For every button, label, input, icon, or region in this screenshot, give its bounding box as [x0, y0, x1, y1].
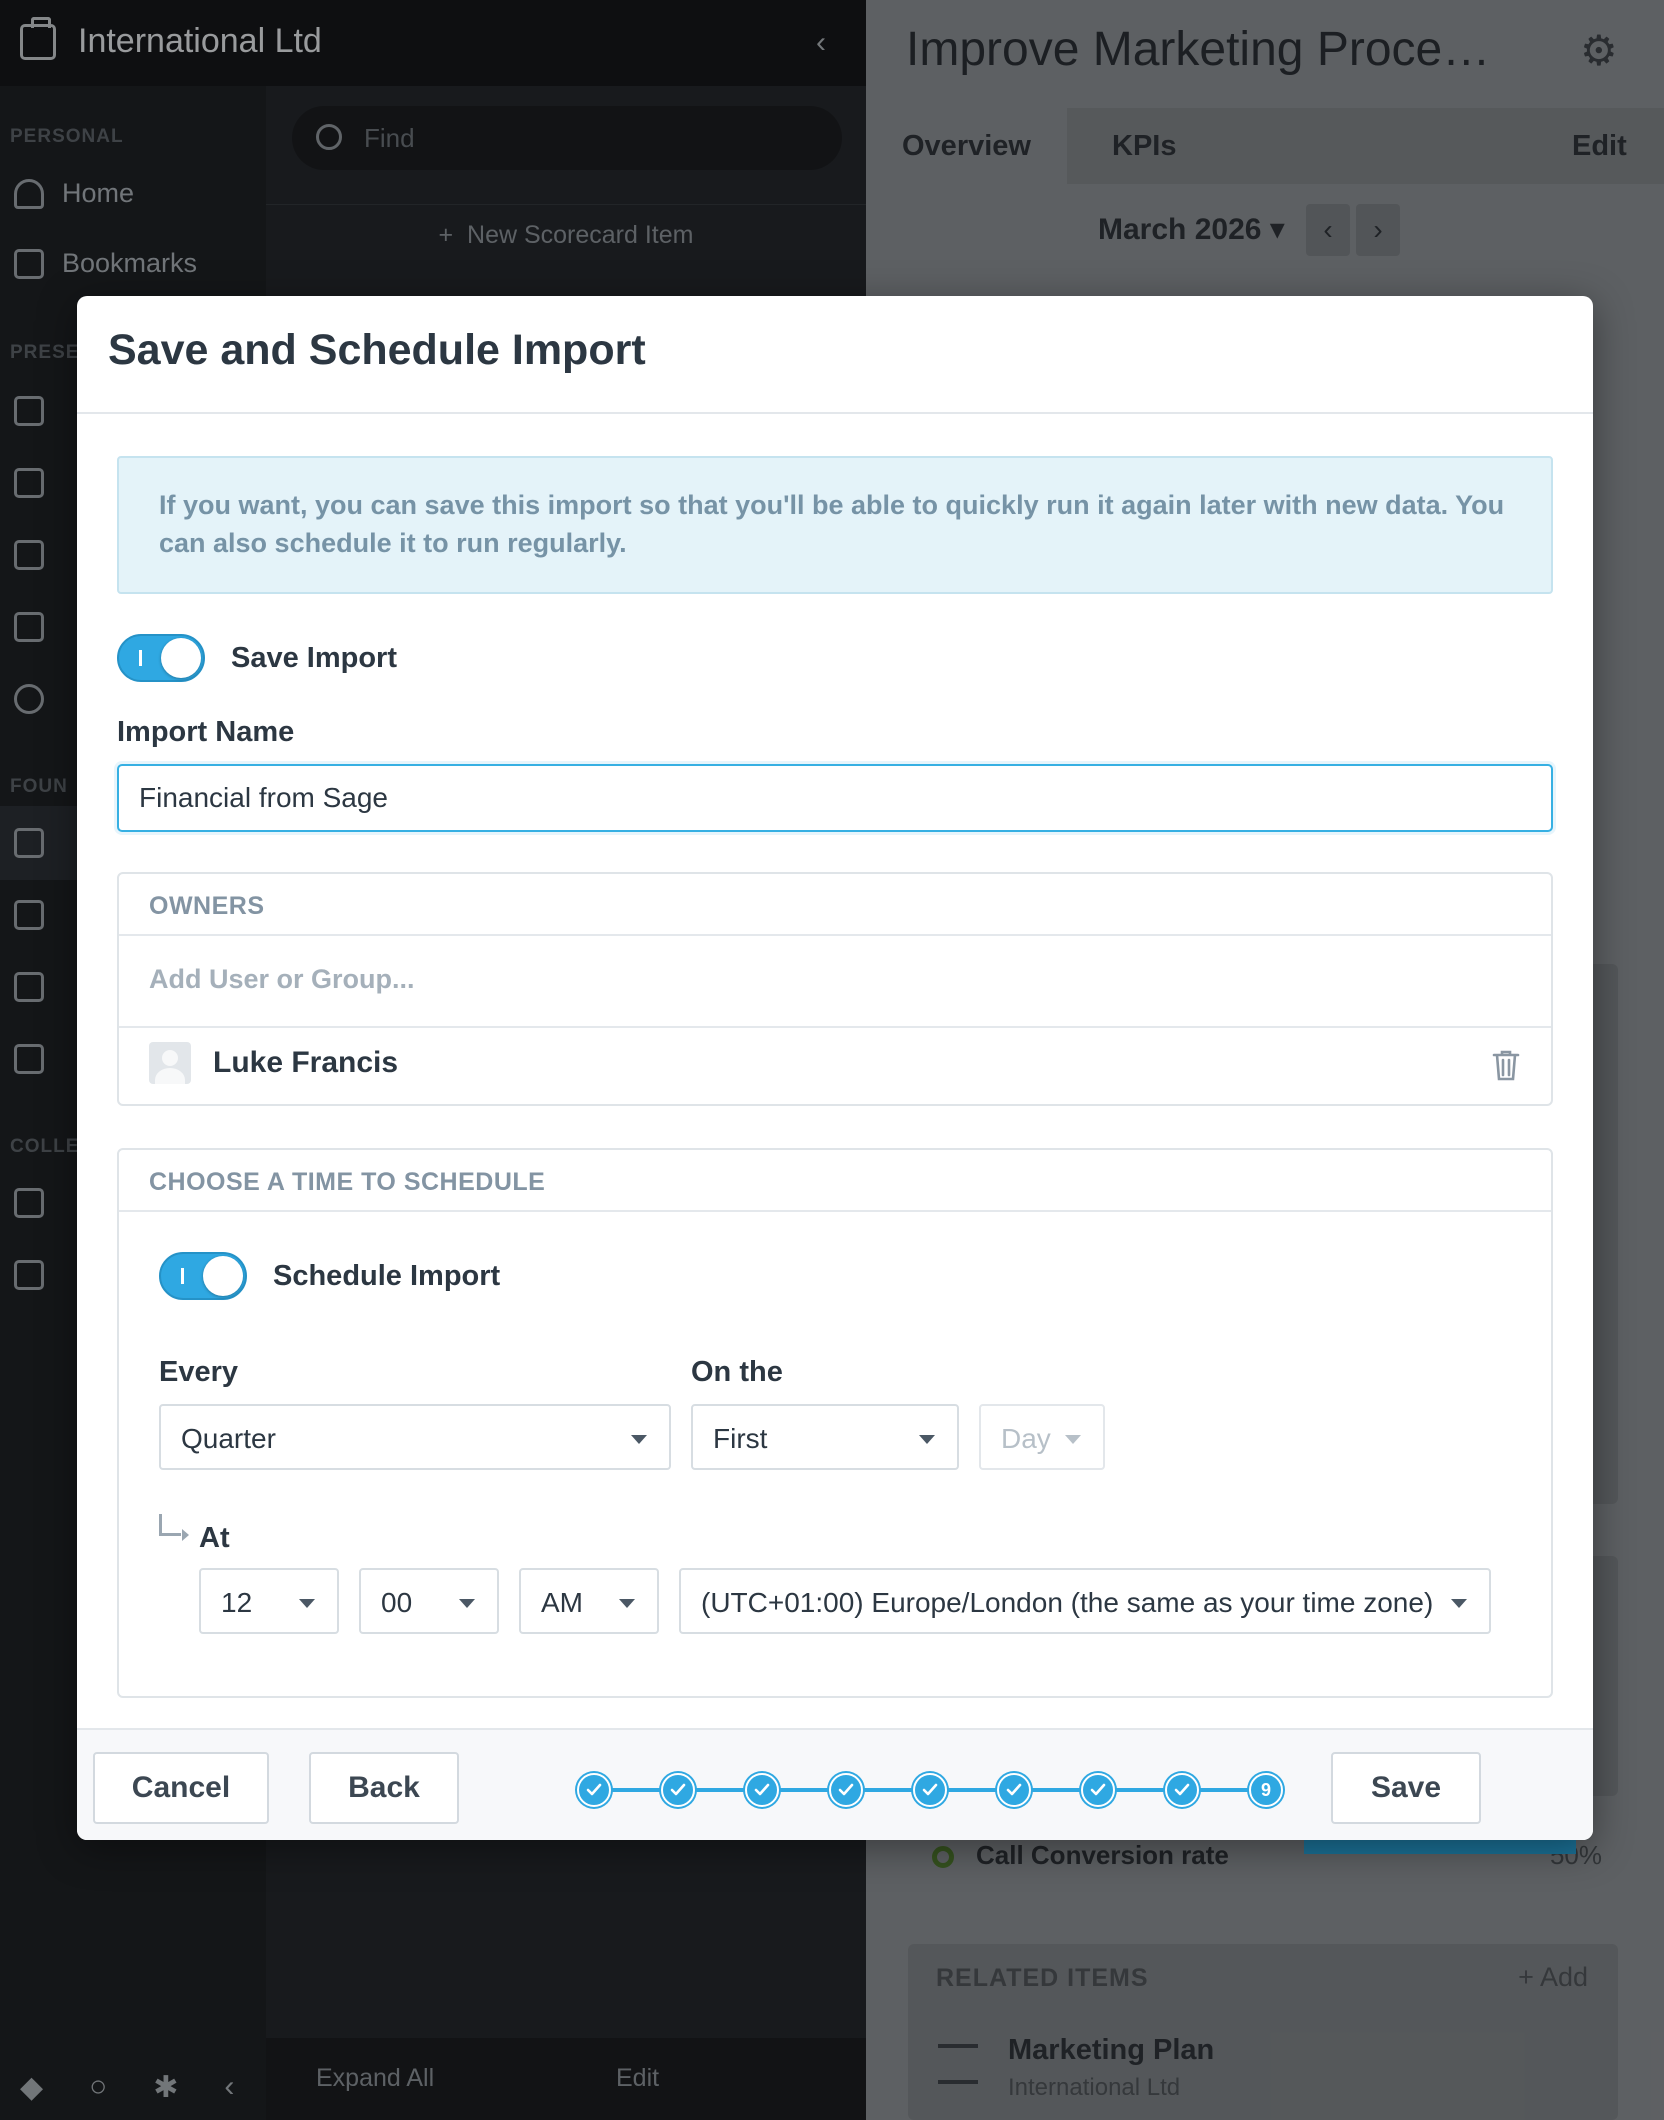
every-value: Quarter — [181, 1423, 276, 1454]
minute-value: 00 — [381, 1587, 413, 1618]
info-callout: If you want, you can save this import so… — [117, 456, 1553, 594]
schedule-import-toggle[interactable] — [159, 1252, 247, 1300]
owner-name: Luke Francis — [213, 1046, 399, 1079]
toggle-on-indicator — [181, 1268, 184, 1284]
caret-down-icon — [919, 1435, 935, 1444]
save-schedule-import-dialog: Save and Schedule Import If you want, yo… — [77, 296, 1593, 1840]
owners-header: OWNERS — [119, 874, 1551, 936]
sub-option-arrow-icon — [159, 1514, 189, 1541]
save-import-label: Save Import — [231, 642, 397, 674]
step-complete-check-icon — [577, 1773, 611, 1807]
step-complete-check-icon — [1165, 1773, 1199, 1807]
avatar — [149, 1042, 191, 1084]
hour-value: 12 — [221, 1587, 253, 1618]
toggle-knob — [203, 1256, 243, 1296]
dialog-title: Save and Schedule Import — [108, 326, 646, 374]
back-button[interactable]: Back — [309, 1752, 459, 1824]
schedule-import-label: Schedule Import — [273, 1260, 501, 1292]
caret-down-icon — [1451, 1599, 1467, 1608]
dialog-footer: Cancel Back 9 Save — [77, 1728, 1593, 1840]
save-button[interactable]: Save — [1331, 1752, 1481, 1824]
every-label: Every — [159, 1356, 239, 1388]
import-name-label: Import Name — [117, 716, 295, 748]
timezone-select[interactable]: (UTC+01:00) Europe/London (the same as y… — [679, 1568, 1491, 1634]
step-complete-check-icon — [661, 1773, 695, 1807]
step-complete-check-icon — [913, 1773, 947, 1807]
step-current: 9 — [1249, 1773, 1283, 1807]
caret-down-icon — [299, 1599, 315, 1608]
dialog-header: Save and Schedule Import — [77, 296, 1593, 414]
on-the-select[interactable]: First — [691, 1404, 959, 1470]
caret-down-icon — [459, 1599, 475, 1608]
every-select[interactable]: Quarter — [159, 1404, 671, 1470]
at-label: At — [199, 1522, 230, 1554]
caret-down-icon — [1065, 1435, 1081, 1444]
wizard-progress: 9 — [577, 1770, 1283, 1810]
timezone-value: (UTC+01:00) Europe/London (the same as y… — [701, 1587, 1434, 1618]
trash-icon[interactable] — [1491, 1048, 1521, 1087]
owners-panel: OWNERS Add User or Group... Luke Francis — [117, 872, 1553, 1106]
ampm-select[interactable]: AM — [519, 1568, 659, 1634]
save-import-toggle[interactable] — [117, 634, 205, 682]
import-name-input[interactable] — [117, 764, 1553, 832]
hour-select[interactable]: 12 — [199, 1568, 339, 1634]
day-value: Day — [1001, 1423, 1051, 1454]
step-complete-check-icon — [745, 1773, 779, 1807]
caret-down-icon — [619, 1599, 635, 1608]
on-the-value: First — [713, 1423, 768, 1454]
add-user-or-group-input[interactable]: Add User or Group... — [119, 936, 1551, 1028]
owner-row: Luke Francis — [119, 1028, 1551, 1102]
day-select: Day — [979, 1404, 1105, 1470]
toggle-knob — [161, 638, 201, 678]
caret-down-icon — [631, 1435, 647, 1444]
schedule-header: CHOOSE A TIME TO SCHEDULE — [119, 1150, 1551, 1212]
toggle-on-indicator — [139, 650, 142, 666]
minute-select[interactable]: 00 — [359, 1568, 499, 1634]
step-complete-check-icon — [829, 1773, 863, 1807]
cancel-button[interactable]: Cancel — [93, 1752, 269, 1824]
ampm-value: AM — [541, 1587, 583, 1618]
step-complete-check-icon — [1081, 1773, 1115, 1807]
step-complete-check-icon — [997, 1773, 1031, 1807]
on-the-label: On the — [691, 1356, 783, 1388]
